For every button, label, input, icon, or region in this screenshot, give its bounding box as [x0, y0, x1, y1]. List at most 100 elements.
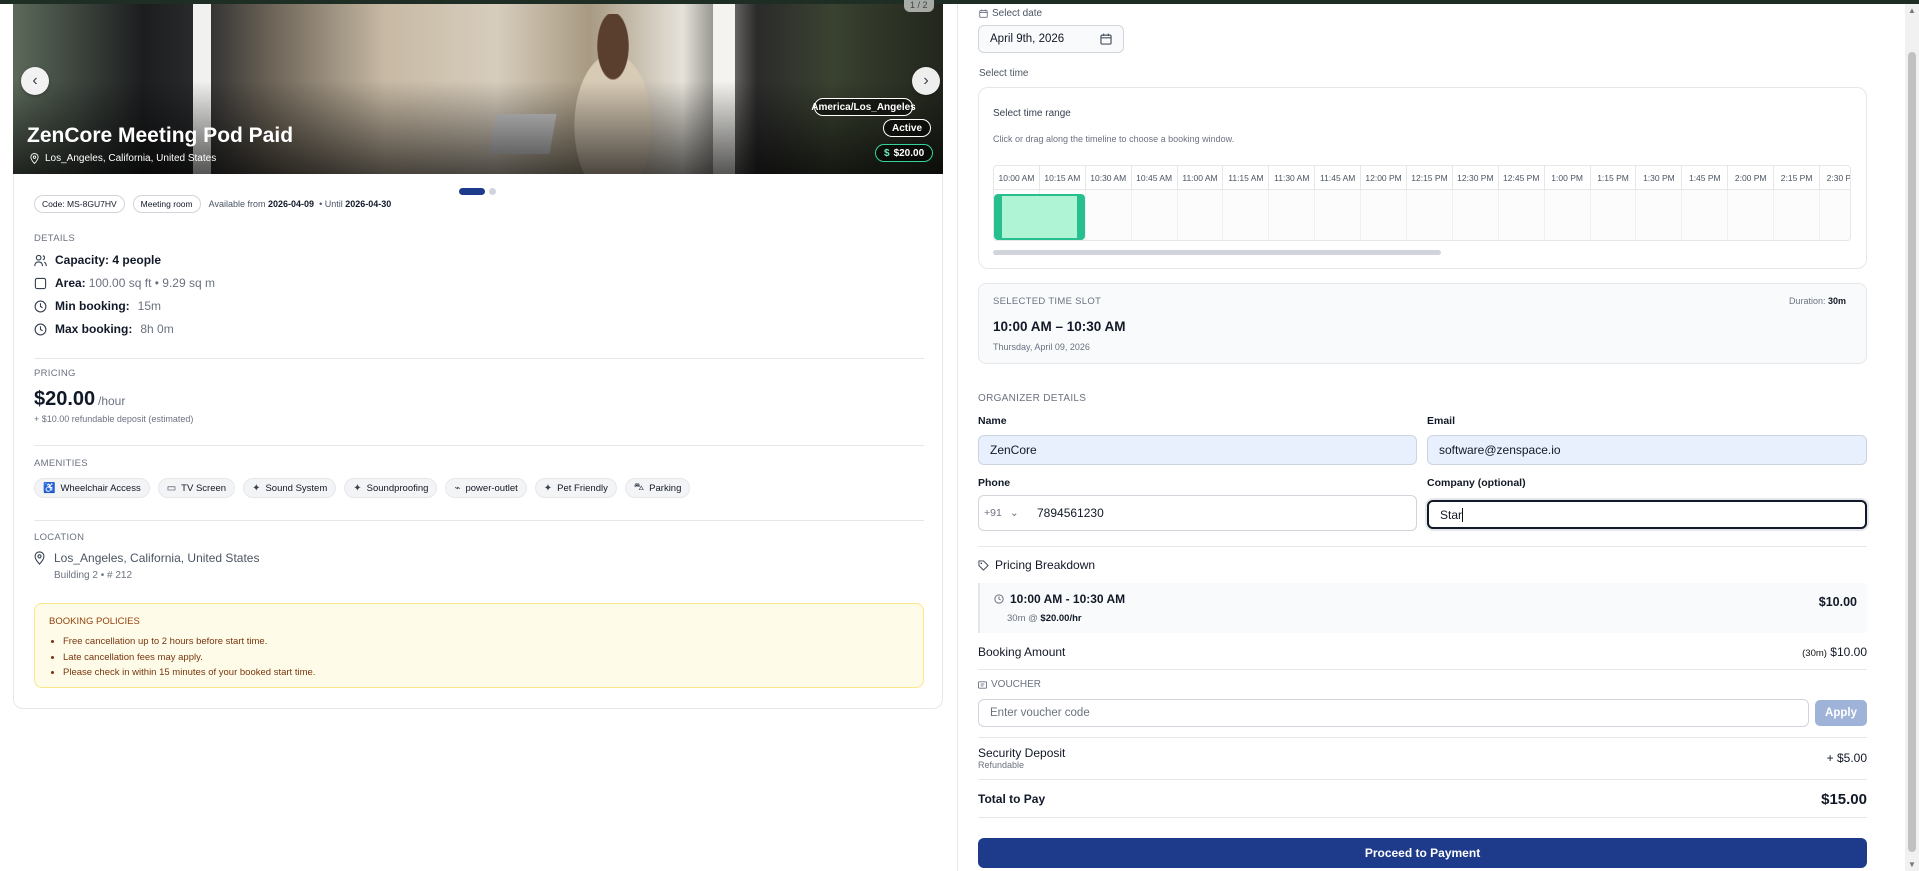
- tv-icon: ▭: [166, 482, 177, 494]
- timeline-slot-cell[interactable]: [1315, 190, 1362, 240]
- company-label: Company (optional): [1427, 477, 1526, 489]
- car-icon: ⛍: [633, 481, 645, 493]
- price-badge: $ $20.00: [875, 144, 934, 162]
- timeline-slot-cell[interactable]: [1682, 190, 1729, 240]
- amenities-section-label: AMENITIES: [34, 458, 88, 469]
- min-booking-row: Min booking: 15m: [34, 299, 161, 313]
- timeline-slot-cell[interactable]: [1085, 190, 1132, 240]
- timeline-slot-cell[interactable]: [1820, 190, 1850, 240]
- availability-text: Available from 2026-04-09 • Until 2026-0…: [209, 199, 392, 209]
- timeline-scrollbar[interactable]: [993, 250, 1441, 255]
- breakdown-amount: $10.00: [1818, 595, 1857, 609]
- carousel-next-button[interactable]: ›: [912, 67, 940, 95]
- max-booking-row: Max booking: 8h 0m: [34, 322, 174, 336]
- booking-amount-row: Booking Amount (30m) $10.00: [978, 643, 1867, 661]
- country-code-select[interactable]: +91 ⌄: [978, 495, 1028, 531]
- amenities-list: ♿ Wheelchair Access ▭ TV Screen ✦ Sound Sys…: [34, 478, 691, 498]
- timeline-slot-cell[interactable]: [1407, 190, 1453, 240]
- timeline-slot-cell[interactable]: [1774, 190, 1821, 240]
- breakdown-rate-value: $20.00/hr: [1040, 613, 1082, 624]
- space-title: ZenCore Meeting Pod Paid: [27, 124, 294, 147]
- pricing-breakdown-title: Pricing Breakdown: [978, 558, 1095, 572]
- time-range-hint: Click or drag along the timeline to choo…: [993, 134, 1235, 144]
- total-row: Total to Pay $15.00: [978, 789, 1867, 809]
- text-cursor: [1462, 507, 1464, 522]
- pricing-section-label: PRICING: [34, 368, 76, 379]
- phone-field[interactable]: 7894561230: [978, 495, 1417, 531]
- selected-slot-label: SELECTED TIME SLOT: [993, 296, 1102, 307]
- carousel-dot[interactable]: [489, 188, 496, 195]
- scroll-down-icon[interactable]: ▼: [1908, 860, 1916, 869]
- select-time-label: Select time: [979, 68, 1029, 79]
- timeline-slot-cell[interactable]: [1223, 190, 1270, 240]
- security-deposit-labels: Security Deposit Refundable: [978, 746, 1065, 770]
- timeline-slot-label: 12:45 PM: [1499, 166, 1545, 189]
- scroll-up-icon[interactable]: ▲: [1908, 6, 1916, 15]
- timeline-slot-cell[interactable]: [1728, 190, 1775, 240]
- chevron-down-icon: ⌄: [1009, 507, 1019, 519]
- amenity-label: Sound System: [265, 482, 328, 494]
- voucher-input[interactable]: Enter voucher code: [978, 699, 1809, 727]
- name-field[interactable]: ZenCore: [978, 435, 1417, 465]
- proceed-to-payment-button[interactable]: Proceed to Payment: [978, 838, 1867, 868]
- duration-value: 30m: [1827, 296, 1846, 306]
- timeline-selection[interactable]: [994, 194, 1085, 240]
- policy-item: Free cancellation up to 2 hours before s…: [63, 634, 909, 650]
- timeline-slot-label: 2:15 PM: [1774, 166, 1821, 189]
- selection-end-handle[interactable]: [1077, 196, 1083, 238]
- square-icon: [34, 277, 47, 289]
- time-range-card: Select time range Click or drag along th…: [978, 87, 1867, 269]
- timeline-slot-cell[interactable]: [1452, 190, 1499, 240]
- page-scrollbar[interactable]: ▲ ▼: [1905, 4, 1919, 871]
- timeline-slot-label: 12:30 PM: [1453, 166, 1499, 189]
- timeline-body[interactable]: [994, 190, 1850, 240]
- security-deposit-label: Security Deposit: [978, 746, 1066, 760]
- timeline-slot-cell[interactable]: [1177, 190, 1224, 240]
- available-from-date: 2026-04-09: [268, 199, 315, 209]
- panel-divider: [957, 4, 958, 871]
- timeline-slot-label: 1:45 PM: [1682, 166, 1729, 189]
- clock-icon: [34, 323, 47, 335]
- booking-amount-value-group: (30m) $10.00: [1802, 645, 1867, 659]
- timeline-slot-cell[interactable]: [1590, 190, 1637, 240]
- image-counter: 1 / 2: [904, 0, 934, 12]
- timeline-slot-cell[interactable]: [1361, 190, 1408, 240]
- select-date-label: Select date: [979, 8, 1042, 19]
- timeline-slot-label: 11:30 AM: [1269, 166, 1316, 189]
- breakdown-time-text: 10:00 AM - 10:30 AM: [1010, 592, 1126, 606]
- selection-start-handle[interactable]: [996, 196, 1002, 238]
- duration-label: Duration:: [1788, 296, 1826, 306]
- plug-icon: ⌁: [454, 482, 461, 494]
- timeline-slot-label: 12:00 PM: [1361, 166, 1408, 189]
- timeline-slot-cell[interactable]: [1544, 190, 1591, 240]
- booking-policies: BOOKING POLICIES Free cancellation up to…: [34, 603, 924, 688]
- capacity-text: Capacity: 4 people: [55, 253, 162, 267]
- amenity-chip: ⌁ power-outlet: [445, 478, 527, 498]
- policies-list: Free cancellation up to 2 hours before s…: [49, 634, 909, 681]
- chevron-left-icon: ‹: [32, 72, 38, 89]
- timeline-slot-label: 11:45 AM: [1315, 166, 1362, 189]
- timeline-slot-cell[interactable]: [1131, 190, 1178, 240]
- scrollbar-thumb[interactable]: [1908, 52, 1916, 852]
- min-booking-value: 15m: [137, 299, 161, 313]
- apply-voucher-button[interactable]: Apply: [1815, 700, 1867, 726]
- price-unit: /hour: [98, 394, 126, 408]
- timeline-slot-label: 11:00 AM: [1178, 166, 1224, 189]
- timeline-slot-label: 2:00 PM: [1728, 166, 1775, 189]
- booking-timeline[interactable]: 10:00 AM 10:15 AM 10:30 AM 10:45 AM 11:00 AM…: [993, 165, 1851, 241]
- carousel-prev-button[interactable]: ‹: [21, 67, 49, 95]
- hero-location-text: Los_Angeles, California, United States: [45, 153, 217, 164]
- company-field[interactable]: Star: [1427, 500, 1867, 529]
- timeline-slot-cell[interactable]: [1269, 190, 1316, 240]
- voucher-label-text: VOUCHER: [991, 679, 1042, 690]
- name-label: Name: [978, 415, 1007, 427]
- space-image-carousel[interactable]: [13, 4, 943, 174]
- carousel-dot[interactable]: [459, 188, 485, 195]
- amenity-label: TV Screen: [181, 482, 227, 494]
- date-picker-button[interactable]: April 9th, 2026: [978, 25, 1124, 53]
- email-field[interactable]: software@zenspace.io: [1427, 435, 1867, 465]
- timeline-slot-cell[interactable]: [1498, 190, 1545, 240]
- map-pin-icon: [34, 551, 45, 565]
- timeline-slot-label: 10:45 AM: [1132, 166, 1178, 189]
- timeline-slot-cell[interactable]: [1636, 190, 1683, 240]
